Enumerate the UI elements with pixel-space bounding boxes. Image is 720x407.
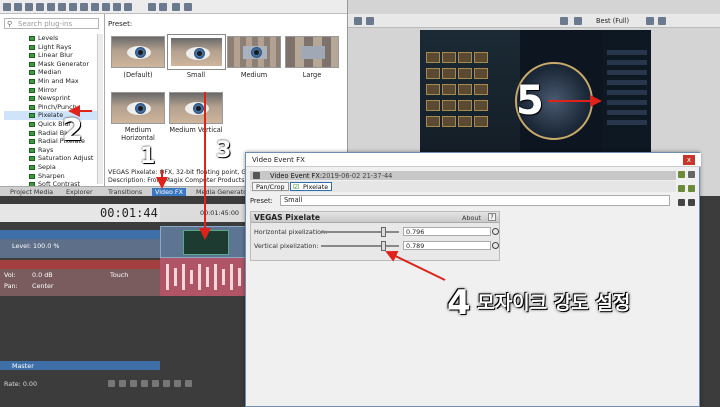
step-4-marker: 4 [447,283,471,323]
step-4-text: 모자이크 강도 설정 [477,292,631,314]
annotation-arrows [68,92,602,281]
step-2-marker: 2 [62,113,83,148]
step-1-marker: 1 [140,144,156,169]
step-4-caption: 4 모자이크 강도 설정 [447,283,630,323]
step-5-marker: 5 [516,78,544,124]
arrow-to-sliders [385,250,446,281]
step-3-marker: 3 [216,138,232,163]
